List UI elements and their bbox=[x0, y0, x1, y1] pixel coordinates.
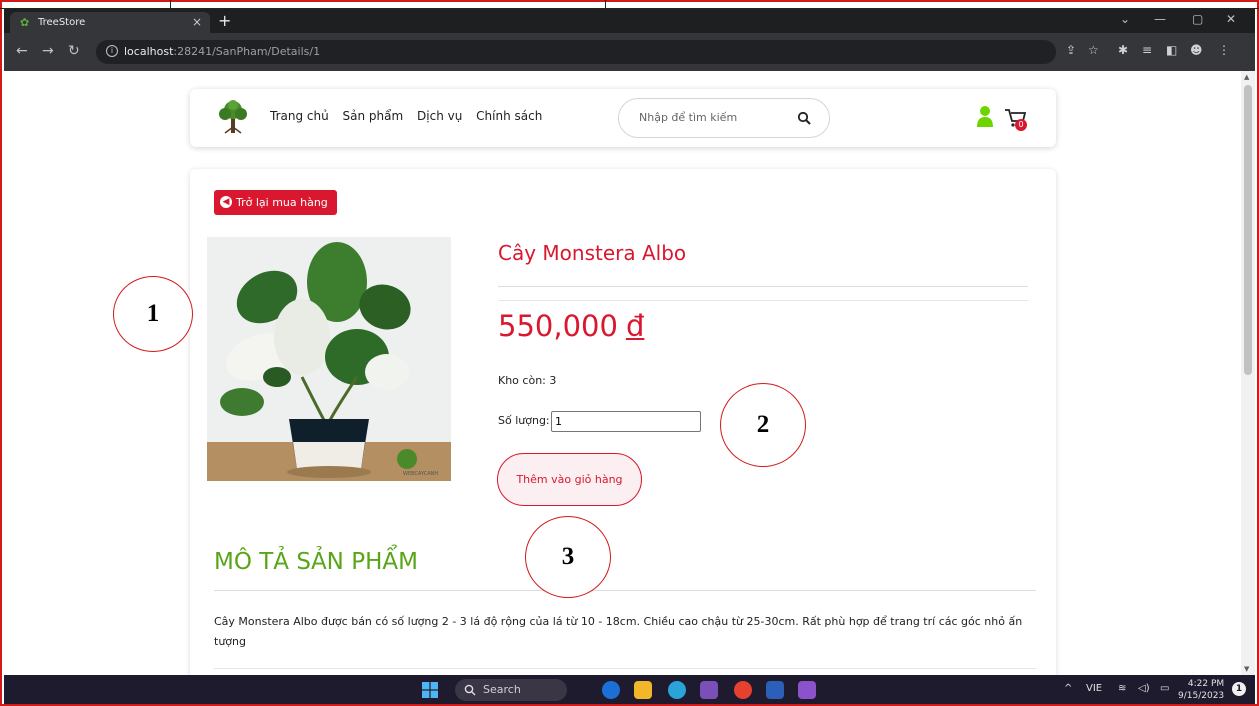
clock-date: 9/15/2023 bbox=[1178, 691, 1225, 701]
scroll-up-icon[interactable]: ▲ bbox=[1244, 73, 1249, 81]
page-scrollbar[interactable]: ▲ ▼ bbox=[1241, 71, 1255, 675]
chrome-icon[interactable] bbox=[734, 681, 752, 699]
store-icon[interactable] bbox=[700, 681, 718, 699]
restore-icon[interactable]: ▢ bbox=[1192, 12, 1203, 26]
minimize-icon[interactable]: — bbox=[1154, 12, 1166, 26]
notification-badge[interactable]: 1 bbox=[1232, 682, 1246, 696]
close-window-icon[interactable]: ✕ bbox=[1226, 12, 1236, 26]
user-icon[interactable] bbox=[976, 105, 994, 127]
scroll-down-icon[interactable]: ▼ bbox=[1244, 665, 1249, 673]
address-bar[interactable]: i localhost:28241/SanPham/Details/1 bbox=[96, 40, 1056, 64]
battery-icon[interactable]: ▭ bbox=[1160, 683, 1169, 694]
stock-text: Kho còn: 3 bbox=[498, 374, 557, 387]
page-viewport: Trang chủ Sản phẩm Dịch vụ Chính sách Nh… bbox=[4, 71, 1255, 675]
annotation-3: 3 bbox=[525, 516, 611, 598]
taskbar-search-label: Search bbox=[483, 683, 521, 696]
tab-title: TreeStore bbox=[38, 17, 86, 28]
profile-avatar-icon[interactable]: ☻ bbox=[1190, 43, 1203, 57]
divider bbox=[214, 668, 1036, 669]
divider bbox=[498, 286, 1028, 287]
quantity-label: Số lượng: bbox=[498, 414, 550, 427]
image-watermark: WEBCAYCANH bbox=[403, 471, 438, 477]
language-indicator[interactable]: VIE bbox=[1086, 683, 1102, 694]
search-placeholder: Nhập để tìm kiếm bbox=[639, 111, 738, 124]
word-icon[interactable] bbox=[766, 681, 784, 699]
cart-count-badge: 0 bbox=[1015, 119, 1027, 131]
add-to-cart-button[interactable]: Thêm vào giỏ hàng bbox=[497, 453, 642, 506]
url-text: localhost:28241/SanPham/Details/1 bbox=[124, 45, 321, 58]
divider bbox=[498, 300, 1028, 301]
menu-products[interactable]: Sản phẩm bbox=[343, 109, 404, 123]
description-text: Cây Monstera Albo được bán có số lượng 2… bbox=[214, 615, 1023, 648]
clock-time: 4:22 PM bbox=[1187, 679, 1225, 689]
reading-list-icon[interactable]: ≡ bbox=[1142, 43, 1152, 57]
volume-icon[interactable]: ◁) bbox=[1138, 683, 1150, 694]
menu-services[interactable]: Dịch vụ bbox=[417, 109, 462, 123]
wifi-icon[interactable]: ≋ bbox=[1118, 683, 1126, 694]
tray-chevron-icon[interactable]: ^ bbox=[1064, 683, 1072, 694]
tab-search-icon[interactable]: ⌄ bbox=[1120, 12, 1130, 26]
back-button-label: Trở lại mua hàng bbox=[236, 196, 328, 209]
tree-logo-icon[interactable] bbox=[216, 99, 250, 135]
product-image: WEBCAYCANH bbox=[207, 237, 451, 481]
edge-icon[interactable] bbox=[668, 681, 686, 699]
product-detail-card: ◀ Trở lại mua hàng WEBCAYCANH Cây Monste… bbox=[190, 169, 1056, 675]
back-arrow-icon[interactable]: ← bbox=[16, 43, 28, 59]
tree-favicon-icon: ✿ bbox=[20, 16, 30, 29]
document-table-border bbox=[0, 0, 1259, 9]
annotation-2: 2 bbox=[720, 383, 806, 467]
arrow-left-circle-icon: ◀ bbox=[220, 196, 232, 208]
search-icon[interactable] bbox=[797, 111, 811, 125]
file-explorer-icon[interactable] bbox=[634, 681, 652, 699]
extensions-icon[interactable]: ✱ bbox=[1118, 43, 1128, 57]
windows-start-icon[interactable] bbox=[422, 682, 438, 698]
product-name: Cây Monstera Albo bbox=[498, 241, 687, 265]
visual-studio-icon[interactable] bbox=[798, 681, 816, 699]
browser-tab-bar: ✿ TreeStore × + ⌄ — ▢ ✕ bbox=[4, 9, 1255, 33]
share-icon[interactable]: ⇪ bbox=[1066, 43, 1076, 57]
divider bbox=[214, 590, 1036, 591]
back-to-shopping-button[interactable]: ◀ Trở lại mua hàng bbox=[214, 190, 337, 215]
new-tab-button[interactable]: + bbox=[218, 11, 231, 30]
info-icon[interactable]: i bbox=[106, 45, 118, 57]
forward-arrow-icon[interactable]: → bbox=[42, 43, 54, 59]
more-menu-icon[interactable]: ⋮ bbox=[1218, 43, 1230, 57]
tab-close-icon[interactable]: × bbox=[192, 12, 202, 33]
search-input[interactable]: Nhập để tìm kiếm bbox=[618, 98, 830, 138]
quantity-input[interactable] bbox=[551, 411, 701, 432]
menu-home[interactable]: Trang chủ bbox=[270, 109, 329, 123]
annotation-1: 1 bbox=[113, 276, 193, 352]
product-price: 550,000 đ bbox=[498, 309, 645, 343]
bookmark-star-icon[interactable]: ☆ bbox=[1088, 43, 1099, 57]
browser-tab[interactable]: ✿ TreeStore × bbox=[10, 12, 210, 33]
scrollbar-thumb[interactable] bbox=[1244, 85, 1252, 375]
site-navbar: Trang chủ Sản phẩm Dịch vụ Chính sách Nh… bbox=[190, 89, 1056, 147]
browser-toolbar: ← → ↻ i localhost:28241/SanPham/Details/… bbox=[4, 33, 1255, 71]
reload-icon[interactable]: ↻ bbox=[68, 43, 80, 59]
menu-policy[interactable]: Chính sách bbox=[476, 109, 542, 123]
main-menu: Trang chủ Sản phẩm Dịch vụ Chính sách bbox=[270, 109, 552, 123]
search-icon bbox=[464, 684, 476, 696]
windows-taskbar: Search ^ VIE ≋ ◁) ▭ 4:22 PM 9/15/2023 1 bbox=[4, 675, 1255, 704]
system-clock[interactable]: 4:22 PM 9/15/2023 bbox=[1178, 678, 1224, 702]
bing-icon[interactable] bbox=[602, 681, 620, 699]
description-heading: MÔ TẢ SẢN PHẨM bbox=[214, 549, 418, 575]
taskbar-search[interactable]: Search bbox=[455, 679, 567, 701]
side-panel-icon[interactable]: ◧ bbox=[1166, 43, 1177, 57]
